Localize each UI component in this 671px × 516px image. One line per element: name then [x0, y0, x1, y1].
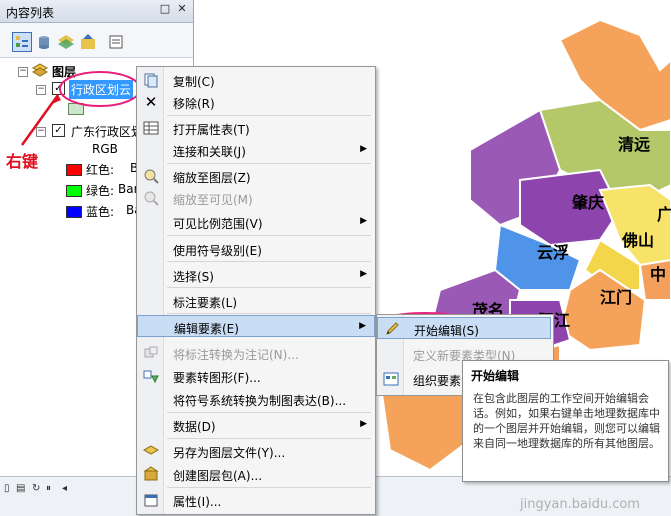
- menu-item-convert-labels[interactable]: 将标注转换为注记(N)...: [137, 342, 375, 364]
- menu-item-visible-scale-range[interactable]: 可见比例范围(V) ▶: [137, 211, 375, 233]
- convert-annotation-icon: [143, 345, 159, 361]
- menu-item-selection[interactable]: 选择(S) ▶: [137, 264, 375, 286]
- menu-item-features-to-graphics[interactable]: 要素转图形(F)...: [137, 365, 375, 387]
- menu-item-joins-relates[interactable]: 连接和关联(J) ▶: [137, 139, 375, 161]
- menu-label-edit-features: 编辑要素(E): [174, 322, 239, 336]
- properties-icon: [143, 492, 159, 508]
- menu-label-features-to-graphics: 要素转图形(F)...: [173, 371, 261, 385]
- menu-item-copy[interactable]: 复制(C): [137, 69, 375, 91]
- submenu-item-start-editing[interactable]: 开始编辑(S): [377, 317, 551, 339]
- menu-label-data: 数据(D): [173, 420, 216, 434]
- menu-label-remove: 移除(R): [173, 97, 215, 111]
- remove-icon: ✕: [144, 93, 158, 111]
- menu-label-save-as-layer-file: 另存为图层文件(Y)...: [173, 446, 286, 460]
- submenu-arrow-icon: ▶: [360, 144, 367, 154]
- submenu-arrow-icon: ▶: [360, 216, 367, 226]
- copy-icon: [143, 72, 159, 88]
- menu-label-copy: 复制(C): [173, 75, 215, 89]
- menu-label-zoom-to-layer: 缩放至图层(Z): [173, 171, 251, 185]
- tooltip-body: 在包含此图层的工作空间开始编辑会话。例如，如果右键单击地理数据库中的一个图层并开…: [473, 392, 660, 450]
- submenu-label-start-editing: 开始编辑(S): [414, 324, 479, 338]
- menu-item-use-symbol-levels[interactable]: 使用符号级别(E): [137, 238, 375, 260]
- menu-item-zoom-to-visible[interactable]: 缩放至可见(M): [137, 187, 375, 209]
- feature-graphic-icon: [143, 368, 159, 384]
- menu-label-zoom-to-visible: 缩放至可见(M): [173, 193, 253, 207]
- menu-label-label-features: 标注要素(L): [173, 296, 238, 310]
- tooltip-title: 开始编辑: [471, 369, 520, 383]
- submenu-arrow-icon: ▶: [360, 269, 367, 279]
- layer-package-icon: [143, 466, 159, 482]
- organize-icon: [383, 371, 399, 387]
- save-layer-icon: [142, 443, 160, 459]
- pencil-icon: [384, 321, 400, 337]
- menu-item-convert-symbology[interactable]: 将符号系统转换为制图表达(B)...: [137, 388, 375, 410]
- menu-label-joins-relates: 连接和关联(J): [173, 145, 246, 159]
- context-menu: 复制(C) ✕ 移除(R) 打开属性表(T) 连接和关联(J) ▶ 缩放至图层(…: [136, 66, 376, 515]
- submenu-label-organize-features: 组织要素: [413, 374, 462, 388]
- menu-item-create-layer-package[interactable]: 创建图层包(A)...: [137, 463, 375, 485]
- menu-label-use-symbol-levels: 使用符号级别(E): [173, 244, 262, 258]
- menu-label-create-layer-package: 创建图层包(A)...: [173, 469, 263, 483]
- layer-highlight-circle: [59, 71, 141, 107]
- menu-item-open-attribute-table[interactable]: 打开属性表(T): [137, 117, 375, 139]
- submenu-arrow-icon: ▶: [360, 419, 367, 429]
- zoom-layer-icon: [143, 168, 159, 184]
- table-icon: [143, 120, 159, 136]
- menu-label-selection: 选择(S): [173, 270, 214, 284]
- menu-label-properties: 属性(I)...: [173, 495, 222, 509]
- menu-label-convert-symbology: 将符号系统转换为制图表达(B)...: [173, 394, 347, 408]
- arrow-to-layer: [20, 94, 60, 146]
- menu-item-edit-features[interactable]: 编辑要素(E) ▶: [137, 315, 375, 337]
- menu-item-properties[interactable]: 属性(I)...: [137, 489, 375, 511]
- zoom-visible-icon: [143, 190, 159, 206]
- start-editing-tooltip: 开始编辑 在包含此图层的工作空间开始编辑会话。例如，如果右键单击地理数据库中的一…: [462, 360, 669, 482]
- menu-item-remove[interactable]: ✕ 移除(R): [137, 91, 375, 113]
- menu-label-open-attribute-table: 打开属性表(T): [173, 123, 250, 137]
- menu-label-convert-labels: 将标注转换为注记(N)...: [173, 348, 299, 362]
- menu-item-save-as-layer-file[interactable]: 另存为图层文件(Y)...: [137, 440, 375, 462]
- menu-label-visible-scale-range: 可见比例范围(V): [173, 217, 263, 231]
- menu-item-label-features[interactable]: 标注要素(L): [137, 290, 375, 312]
- submenu-arrow-icon: ▶: [359, 321, 366, 331]
- menu-item-data[interactable]: 数据(D) ▶: [137, 414, 375, 436]
- menu-item-zoom-to-layer[interactable]: 缩放至图层(Z): [137, 165, 375, 187]
